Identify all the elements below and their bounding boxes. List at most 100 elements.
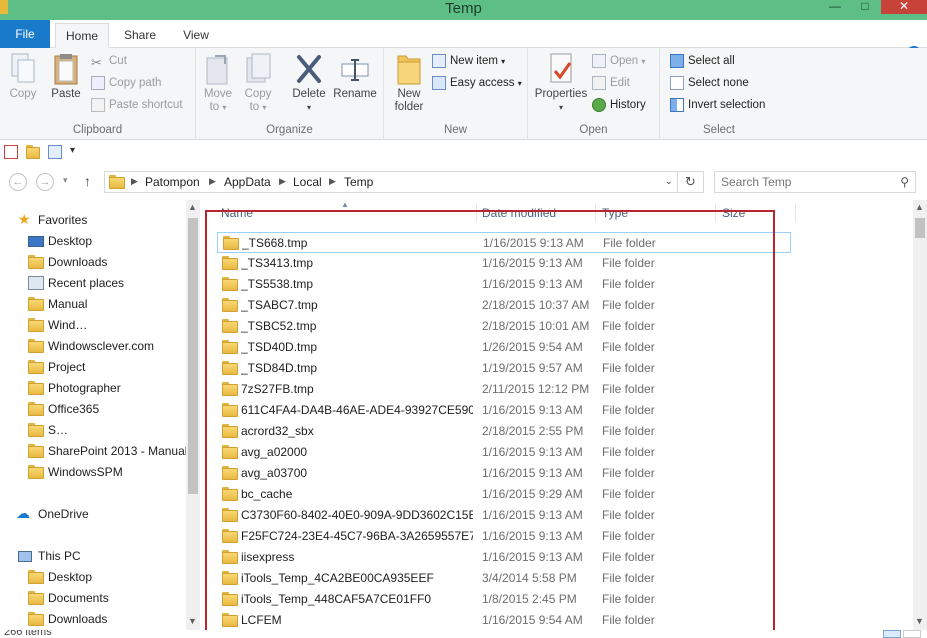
table-row[interactable]: _TS5538.tmp 1/16/2015 9:13 AM File folder xyxy=(217,274,791,295)
scrollbar-thumb[interactable] xyxy=(915,218,925,238)
breadcrumb-separator-icon[interactable]: ▶ xyxy=(329,176,336,187)
table-row[interactable]: _TSD40D.tmp 1/26/2015 9:54 AM File folder xyxy=(217,337,791,358)
table-row[interactable]: 611C4FA4-DA4B-46AE-ADE4-93927CE590... 1/1… xyxy=(217,400,791,421)
table-row[interactable]: _TSABC7.tmp 2/18/2015 10:37 AM File folder xyxy=(217,295,791,316)
breadcrumb-separator-icon[interactable]: ▶ xyxy=(209,176,216,187)
copy-path-button[interactable]: Copy path xyxy=(91,74,161,94)
new-folder-quick-icon[interactable] xyxy=(26,145,40,159)
tab-share[interactable]: Share xyxy=(116,23,164,48)
address-dropdown-icon[interactable]: ⌄ xyxy=(665,176,673,187)
minimize-button[interactable]: — xyxy=(821,0,849,14)
table-row[interactable]: iTools_Temp_4CA2BE00CA935EEF 3/4/2014 5:5… xyxy=(217,568,791,589)
column-separator[interactable] xyxy=(476,204,477,222)
column-header-size[interactable]: Size xyxy=(722,206,745,220)
breadcrumb-local[interactable]: Local xyxy=(293,175,322,189)
select-all-button[interactable]: Select all xyxy=(670,52,735,72)
table-row[interactable]: avg_a03700 1/16/2015 9:13 AM File folder xyxy=(217,463,791,484)
invert-selection-button[interactable]: Invert selection xyxy=(670,96,765,116)
nav-item[interactable]: Photographer xyxy=(0,378,184,399)
scroll-down-icon[interactable]: ▼ xyxy=(188,616,197,626)
new-item-button[interactable]: New item ▾ xyxy=(432,52,505,72)
recent-locations-dropdown-icon[interactable]: ▾ xyxy=(63,175,68,186)
paste-shortcut-button[interactable]: Paste shortcut xyxy=(91,96,183,116)
copy-button[interactable]: Copy xyxy=(4,52,42,101)
column-header-name[interactable]: Name xyxy=(221,206,253,220)
breadcrumb-separator-icon[interactable]: ▶ xyxy=(131,176,138,187)
new-folder-button[interactable]: New folder xyxy=(390,52,428,114)
table-row[interactable]: _TS3413.tmp 1/16/2015 9:13 AM File folder xyxy=(217,253,791,274)
select-none-button[interactable]: Select none xyxy=(670,74,749,94)
table-row[interactable]: bc_cache 1/16/2015 9:29 AM File folder xyxy=(217,484,791,505)
large-icons-view-icon[interactable] xyxy=(903,630,921,638)
rename-button[interactable]: Rename xyxy=(332,52,378,101)
search-input[interactable] xyxy=(721,174,891,190)
table-row[interactable]: avg_a02000 1/16/2015 9:13 AM File folder xyxy=(217,442,791,463)
tab-view[interactable]: View xyxy=(172,23,220,48)
table-row[interactable]: C3730F60-8402-40E0-909A-9DD3602C15B5 1/16… xyxy=(217,505,791,526)
open-button[interactable]: Open ▾ xyxy=(592,52,645,72)
breadcrumb-temp[interactable]: Temp xyxy=(344,175,373,189)
nav-item[interactable]: SharePoint 2013 - Manual xyxy=(0,441,187,462)
properties-button[interactable]: Properties ▾ xyxy=(534,52,588,114)
delete-button[interactable]: Delete ▾ xyxy=(288,52,330,114)
search-icon[interactable]: ⚲ xyxy=(900,175,909,189)
refresh-button[interactable]: ↻ xyxy=(678,171,704,193)
nav-favorites[interactable]: ★ Favorites xyxy=(0,210,180,231)
tab-file[interactable]: File xyxy=(0,20,50,48)
nav-pc-item[interactable]: Downloads xyxy=(0,609,184,630)
table-row[interactable]: acrord32_sbx 2/18/2015 2:55 PM File folder xyxy=(217,421,791,442)
close-button[interactable]: ✕ xyxy=(881,0,927,14)
breadcrumb-patompon[interactable]: Patompon xyxy=(145,175,200,189)
file-list-scrollbar[interactable]: ▲ ▼ xyxy=(913,200,927,630)
breadcrumb-separator-icon[interactable]: ▶ xyxy=(279,176,286,187)
column-header-type[interactable]: Type xyxy=(602,206,628,220)
nav-item[interactable]: Manual xyxy=(0,294,184,315)
easy-access-button[interactable]: Easy access ▾ xyxy=(432,74,522,94)
paste-button[interactable]: Paste xyxy=(46,52,86,101)
edit-button[interactable]: Edit xyxy=(592,74,630,94)
table-row[interactable]: iTools_Temp_448CAF5A7CE01FF0 1/8/2015 2:4… xyxy=(217,589,791,610)
breadcrumb-appdata[interactable]: AppData xyxy=(224,175,271,189)
cut-button[interactable]: ✂ Cut xyxy=(91,52,127,72)
maximize-button[interactable]: □ xyxy=(851,0,879,14)
nav-item[interactable]: Wind… xyxy=(0,315,184,336)
scroll-up-icon[interactable]: ▲ xyxy=(915,202,924,212)
column-separator[interactable] xyxy=(715,204,716,222)
nav-item[interactable]: Desktop xyxy=(0,231,184,252)
properties-quick-icon[interactable] xyxy=(4,145,18,159)
table-row[interactable]: _TSD84D.tmp 1/19/2015 9:57 AM File folder xyxy=(217,358,791,379)
nav-item[interactable]: Windowsclever.com xyxy=(0,336,184,357)
up-arrow-icon[interactable]: ↑ xyxy=(84,173,91,189)
copy-to-button[interactable]: Copy to ▾ xyxy=(240,52,276,114)
table-row[interactable]: LCFEM 1/16/2015 9:54 AM File folder xyxy=(217,610,791,630)
nav-item[interactable]: Downloads xyxy=(0,252,184,273)
table-row[interactable]: F25FC724-23E4-45C7-96BA-3A2659557E7A 1/16… xyxy=(217,526,791,547)
column-separator[interactable] xyxy=(595,204,596,222)
table-row[interactable]: _TSBC52.tmp 2/18/2015 10:01 AM File folder xyxy=(217,316,791,337)
move-to-button[interactable]: Move to ▾ xyxy=(200,52,236,114)
nav-pc-item[interactable]: Desktop xyxy=(0,567,184,588)
nav-item[interactable]: Project xyxy=(0,357,184,378)
scrollbar-thumb[interactable] xyxy=(188,218,198,494)
history-button[interactable]: History xyxy=(592,96,646,116)
nav-this-pc[interactable]: This PC xyxy=(0,546,180,567)
nav-scrollbar[interactable]: ▲ ▼ xyxy=(186,200,200,630)
nav-pc-item[interactable]: Documents xyxy=(0,588,184,609)
table-row[interactable]: _TS668.tmp 1/16/2015 9:13 AM File folder xyxy=(217,232,791,253)
scroll-down-icon[interactable]: ▼ xyxy=(915,616,924,626)
back-button[interactable]: ← xyxy=(9,173,27,191)
tab-home[interactable]: Home xyxy=(55,23,109,48)
address-bar[interactable]: ▶ Patompon ▶ AppData ▶ Local ▶ Temp ⌄ xyxy=(104,171,678,193)
customize-dropdown-icon[interactable]: ▾ xyxy=(70,145,80,159)
view-quick-icon[interactable] xyxy=(48,145,62,159)
forward-button[interactable]: → xyxy=(36,173,54,191)
scroll-up-icon[interactable]: ▲ xyxy=(188,202,197,212)
column-separator[interactable] xyxy=(795,204,796,222)
details-view-icon[interactable] xyxy=(883,630,901,638)
column-header-date-modified[interactable]: Date modified xyxy=(482,206,556,220)
nav-item[interactable]: WindowsSPM xyxy=(0,462,184,483)
nav-item[interactable]: Recent places xyxy=(0,273,184,294)
table-row[interactable]: iisexpress 1/16/2015 9:13 AM File folder xyxy=(217,547,791,568)
nav-item[interactable]: Office365 xyxy=(0,399,184,420)
nav-onedrive[interactable]: ☁ OneDrive xyxy=(0,504,180,525)
